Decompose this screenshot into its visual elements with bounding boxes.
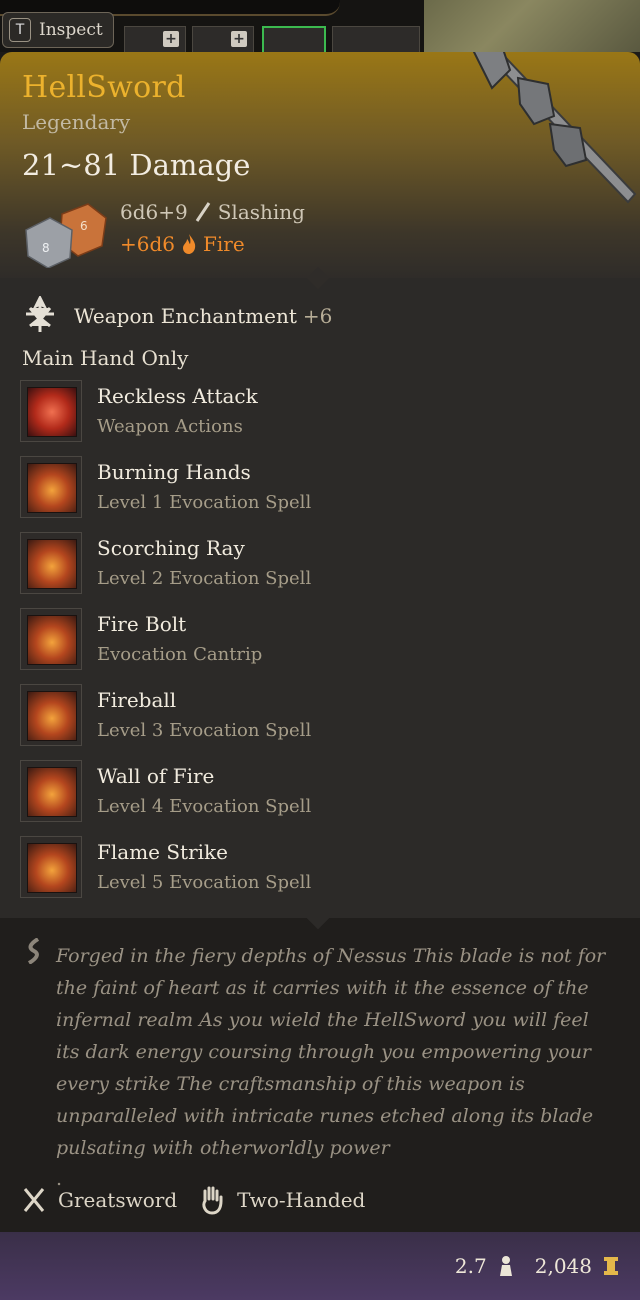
spell-subtitle: Weapon Actions (97, 416, 243, 437)
base-damage-type: Slashing (217, 200, 305, 224)
greatsword-icon (23, 1188, 45, 1212)
base-damage-dice: 6d6+9 (120, 200, 188, 224)
sword-illustration (472, 52, 637, 204)
weapon-type-label: Greatsword (58, 1188, 178, 1212)
spell-subtitle: Level 4 Evocation Spell (97, 796, 312, 817)
plus-icon: + (163, 31, 179, 47)
item-description: Forged in the fiery depths of Nessus Thi… (56, 945, 606, 1159)
item-stats: 2.7 2,048 (455, 1254, 620, 1278)
spell-burning-hands[interactable]: Burning Hands Level 1 Evocation Spell (20, 454, 620, 530)
fire-bolt-icon (20, 608, 82, 670)
reckless-attack-icon (20, 380, 82, 442)
spell-wall-of-fire[interactable]: Wall of Fire Level 4 Evocation Spell (20, 758, 620, 834)
dice-icon: 6 8 (25, 203, 107, 268)
wall-of-fire-icon (20, 760, 82, 822)
lore-quill-icon (27, 938, 40, 964)
item-tooltip: HellSword Legendary 21~81 Damage 6 8 6d6… (0, 52, 640, 1300)
world-map-preview (424, 0, 640, 52)
weapon-handedness: Two-Handed (199, 1185, 365, 1215)
weapon-handedness-label: Two-Handed (237, 1188, 366, 1212)
keybind-t: T (9, 18, 31, 42)
slashing-icon (195, 202, 210, 222)
item-name: HellSword (22, 70, 186, 105)
top-bar: T Inspect + + (0, 0, 640, 56)
weapon-type: Greatsword (22, 1186, 177, 1214)
spell-subtitle: Level 3 Evocation Spell (97, 720, 312, 741)
burning-hands-icon (20, 456, 82, 518)
fireball-icon (20, 684, 82, 746)
fire-icon (183, 234, 196, 254)
spell-name: Reckless Attack (97, 384, 258, 408)
flame-strike-icon (20, 836, 82, 898)
item-footer: 2.7 2,048 (0, 1232, 640, 1300)
spell-name: Fire Bolt (97, 612, 187, 636)
weight-value: 2.7 (454, 1254, 487, 1278)
spell-list: Reckless Attack Weapon Actions Burning H… (20, 378, 620, 910)
base-damage: 6d6+9 Slashing (120, 200, 305, 224)
weapon-enchantment: Weapon Enchantment +6 (20, 296, 332, 336)
spell-subtitle: Level 1 Evocation Spell (97, 492, 312, 513)
spell-name: Burning Hands (97, 460, 251, 484)
inspect-label: Inspect (39, 20, 103, 40)
equipment-slot-1[interactable]: + (124, 26, 186, 54)
spell-subtitle: Level 5 Evocation Spell (97, 872, 312, 893)
spell-name: Fireball (97, 688, 177, 712)
gold-value: 2,048 (534, 1254, 592, 1278)
spell-reckless-attack[interactable]: Reckless Attack Weapon Actions (20, 378, 620, 454)
spell-subtitle: Evocation Cantrip (97, 644, 263, 665)
equipment-slot-4[interactable] (332, 26, 420, 54)
item-header: HellSword Legendary 21~81 Damage 6 8 6d6… (0, 52, 640, 278)
main-hand-only: Main Hand Only (22, 346, 189, 370)
fire-damage: +6d6 Fire (120, 232, 245, 256)
spell-name: Flame Strike (97, 840, 229, 864)
fire-damage-type: Fire (203, 232, 245, 256)
weight-icon (499, 1256, 512, 1276)
spell-name: Scorching Ray (97, 536, 245, 560)
svg-text:6: 6 (80, 219, 88, 233)
enchantment-icon (26, 296, 54, 332)
two-handed-icon (202, 1186, 223, 1215)
equipment-slot-2[interactable]: + (192, 26, 254, 54)
gold-coin-icon (604, 1257, 618, 1275)
spell-name: Wall of Fire (97, 764, 215, 788)
plus-icon: + (231, 31, 247, 47)
fire-damage-dice: +6d6 (120, 232, 176, 256)
item-properties: Greatsword Two-Handed (0, 1180, 640, 1220)
scorching-ray-icon (20, 532, 82, 594)
spell-fireball[interactable]: Fireball Level 3 Evocation Spell (20, 682, 620, 758)
inspect-button[interactable]: T Inspect (2, 12, 114, 48)
enchantment-label: Weapon Enchantment (74, 304, 297, 328)
item-damage: 21~81 Damage (22, 148, 251, 182)
enchantment-bonus: +6 (302, 304, 333, 328)
item-rarity: Legendary (22, 110, 131, 134)
spell-flame-strike[interactable]: Flame Strike Level 5 Evocation Spell (20, 834, 620, 910)
spell-subtitle: Level 2 Evocation Spell (97, 568, 312, 589)
spell-fire-bolt[interactable]: Fire Bolt Evocation Cantrip (20, 606, 620, 682)
svg-text:8: 8 (42, 241, 50, 255)
spell-scorching-ray[interactable]: Scorching Ray Level 2 Evocation Spell (20, 530, 620, 606)
